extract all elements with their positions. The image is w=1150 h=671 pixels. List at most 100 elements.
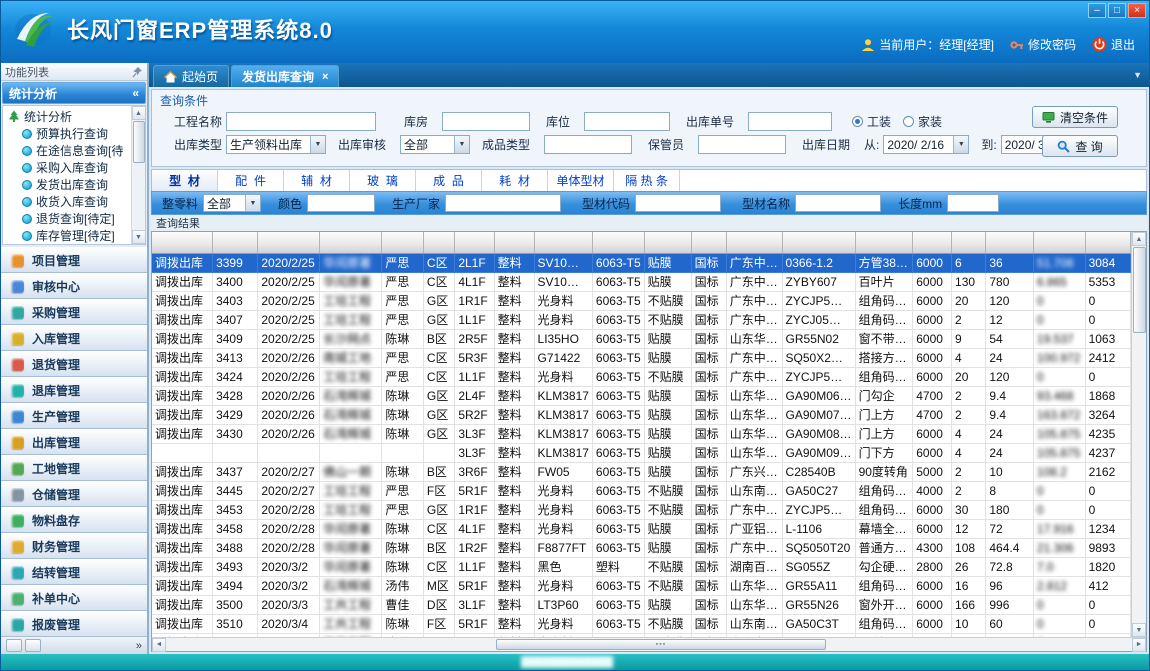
grid-cell[interactable]: 2R5F [455,329,494,348]
grid-cell[interactable]: 21.306 [1033,538,1085,557]
grid-cell[interactable]: 1234 [1085,519,1130,538]
grid-row[interactable]: 调拨出库34942020/3/2石湾辉城汤伟M区5R1F整料光身料6063-T5… [152,576,1131,595]
grid-cell[interactable]: GR55N02 [782,329,855,348]
grid-cell[interactable]: 120 [986,291,1034,310]
grid-cell[interactable]: 1R1F [455,291,494,310]
grid-cell[interactable]: 山东华… [726,443,782,462]
grid-cell[interactable]: 调拨出库 [152,329,213,348]
tree-item[interactable]: 退货查询[待定] [8,210,131,227]
grid-row[interactable]: 调拨出库34092020/2/25长沙网点陈琳B区2R5F整料LI35HO606… [152,329,1131,348]
grid-row[interactable]: 调拨出库34132020/2/26南城工地严思C区5R3F整料G71422606… [152,348,1131,367]
grid-cell[interactable]: 3413 [213,348,258,367]
grid-cell[interactable]: 9 [952,329,986,348]
grid-cell[interactable]: 贴膜 [644,386,691,405]
grid-cell[interactable]: 调拨出库 [152,481,213,500]
grid-cell[interactable]: ZYCJP5… [782,291,855,310]
grid-cell[interactable]: 108.2 [1033,462,1085,481]
grid-column-header[interactable] [494,232,534,253]
tab-close-icon[interactable]: × [322,71,328,83]
grid-cell[interactable]: 华闰原著 [320,272,382,291]
grid-cell[interactable]: 1R1F [455,500,494,519]
grid-cell[interactable]: 整料 [494,386,534,405]
grid-cell[interactable]: 石湾辉城 [320,424,382,443]
tab-list-dropdown-icon[interactable]: ▼ [1133,70,1142,80]
sidebar-module[interactable]: 结转管理 [1,559,147,585]
profile-name-input[interactable] [795,194,881,212]
grid-cell[interactable]: 整料 [494,481,534,500]
material-tab[interactable]: 型 材 [152,170,218,191]
grid-cell[interactable]: 12 [986,310,1034,329]
sidebar-module[interactable]: 报废管理 [1,611,147,636]
grid-cell[interactable]: 3429 [213,405,258,424]
grid-column-header[interactable] [320,232,382,253]
grid-cell[interactable]: 组角码… [855,500,913,519]
material-tab[interactable]: 耗 材 [482,170,548,191]
scroll-down-icon[interactable]: ▼ [132,230,146,244]
grid-cell[interactable]: 4 [952,424,986,443]
grid-cell[interactable]: 国标 [691,329,726,348]
grid-cell[interactable]: 6063-T5 [592,310,644,329]
grid-cell[interactable]: 调拨出库 [152,424,213,443]
grid-cell[interactable]: 贴膜 [644,253,691,272]
grid-cell[interactable]: 国标 [691,538,726,557]
grid-cell[interactable]: 2020/2/25 [258,329,320,348]
grid-cell[interactable]: 0 [1085,367,1130,386]
grid-cell[interactable]: 6000 [913,348,952,367]
grid-row[interactable]: 调拨出库34932020/3/2华闰原著陈琳C区1L1F整料黑色塑料不贴膜国标湖… [152,557,1131,576]
grid-cell[interactable]: 2020/2/28 [258,519,320,538]
grid-cell[interactable]: 2020/2/25 [258,272,320,291]
grid-cell[interactable]: 0 [1033,310,1085,329]
grid-cell[interactable]: 2 [952,481,986,500]
grid-cell[interactable]: 陈琳 [382,538,424,557]
grid-cell[interactable]: 2162 [1085,462,1130,481]
grid-cell[interactable]: 组角码… [855,367,913,386]
search-button[interactable]: 查 询 [1042,135,1118,157]
grid-cell[interactable]: GA90M08… [782,424,855,443]
grid-cell[interactable]: 6063-T5 [592,538,644,557]
grid-cell[interactable]: 8 [986,481,1034,500]
grid-cell[interactable]: 2020/2/26 [258,405,320,424]
grid-cell[interactable]: 2020/3/2 [258,557,320,576]
grid-row[interactable]: 调拨出库34882020/2/28华闰原著陈琳B区1R2F整料F8877FT60… [152,538,1131,557]
grid-cell[interactable]: 3403 [213,291,258,310]
grid-cell[interactable]: 3494 [213,576,258,595]
grid-cell[interactable]: 3L1F [455,595,494,614]
grid-cell[interactable]: 2800 [913,557,952,576]
grid-cell[interactable]: 19.537 [1033,329,1085,348]
grid-cell[interactable]: GA50C27 [782,481,855,500]
date-from-picker[interactable]: 2020/ 2/16 ▼ [883,135,969,154]
grid-cell[interactable]: 20 [952,367,986,386]
tree-scrollbar-thumb[interactable] [133,121,145,163]
grid-cell[interactable]: 石湾辉城 [320,576,382,595]
grid-cell[interactable]: 国标 [691,576,726,595]
tree-item[interactable]: 库存管理[待定] [8,227,131,244]
grid-cell[interactable]: 山东华… [726,595,782,614]
grid-cell[interactable]: SV10… [534,272,592,291]
grid-cell[interactable]: 塑料 [592,557,644,576]
grid-cell[interactable]: 12 [952,519,986,538]
grid-cell[interactable]: G区 [423,310,454,329]
grid-cell[interactable]: 方管38… [855,253,913,272]
grid-cell[interactable]: 3R6F [455,462,494,481]
grid-cell[interactable]: 6000 [913,367,952,386]
grid-cell[interactable]: 陈琳 [382,329,424,348]
scroll-down-icon[interactable]: ▼ [1132,623,1146,637]
grid-column-header[interactable] [1033,232,1085,253]
grid-cell[interactable]: 整料 [494,424,534,443]
grid-cell[interactable]: 陈琳 [382,405,424,424]
grid-cell[interactable]: SG055Z [782,557,855,576]
grid-cell[interactable]: ZYCJP5… [782,500,855,519]
grid-cell[interactable]: 湖南百… [726,557,782,576]
collapse-icon[interactable]: « [132,86,139,100]
grid-cell[interactable]: 2020/2/26 [258,367,320,386]
grid-cell[interactable]: 6000 [913,253,952,272]
grid-cell[interactable]: 2020/3/4 [258,614,320,633]
grid-cell[interactable]: 3428 [213,386,258,405]
grid-cell[interactable]: 工培工程 [320,291,382,310]
grid-cell[interactable]: KLM3817 [534,443,592,462]
grid-cell[interactable]: GR55N26 [782,595,855,614]
grid-cell[interactable]: 5R1F [455,614,494,633]
grid-cell[interactable]: 2L4F [455,386,494,405]
grid-column-header[interactable] [644,232,691,253]
grid-cell[interactable]: 调拨出库 [152,367,213,386]
